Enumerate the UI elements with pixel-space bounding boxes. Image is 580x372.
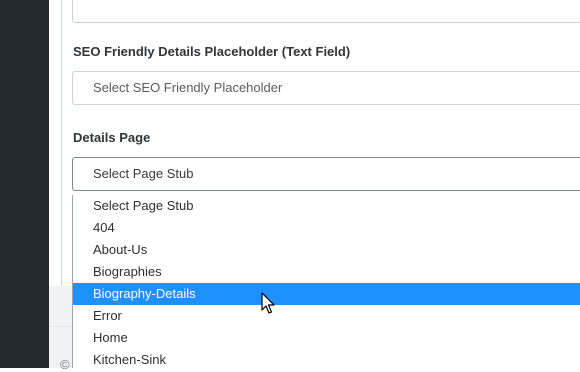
- seo-placeholder-label: SEO Friendly Details Placeholder (Text F…: [73, 44, 351, 59]
- previous-field-input[interactable]: [72, 0, 580, 23]
- mouse-pointer-icon: [261, 292, 275, 314]
- copyright-text: ©: [60, 357, 70, 372]
- dropdown-option[interactable]: About-Us: [73, 239, 580, 261]
- details-page-select[interactable]: Select Page Stub: [72, 157, 580, 191]
- seo-placeholder-field[interactable]: Select SEO Friendly Placeholder: [72, 71, 580, 105]
- dropdown-option-highlighted[interactable]: Biography-Details: [73, 283, 580, 305]
- dropdown-option[interactable]: 404: [73, 217, 580, 239]
- details-page-dropdown-list[interactable]: Select Page Stub 404 About-Us Biographie…: [72, 195, 580, 368]
- dropdown-option[interactable]: Home: [73, 327, 580, 349]
- details-page-label: Details Page: [73, 130, 151, 145]
- dropdown-option[interactable]: Error: [73, 305, 580, 327]
- dropdown-option[interactable]: Biographies: [73, 261, 580, 283]
- app-sidebar: [0, 0, 49, 368]
- dropdown-option[interactable]: Select Page Stub: [73, 195, 580, 217]
